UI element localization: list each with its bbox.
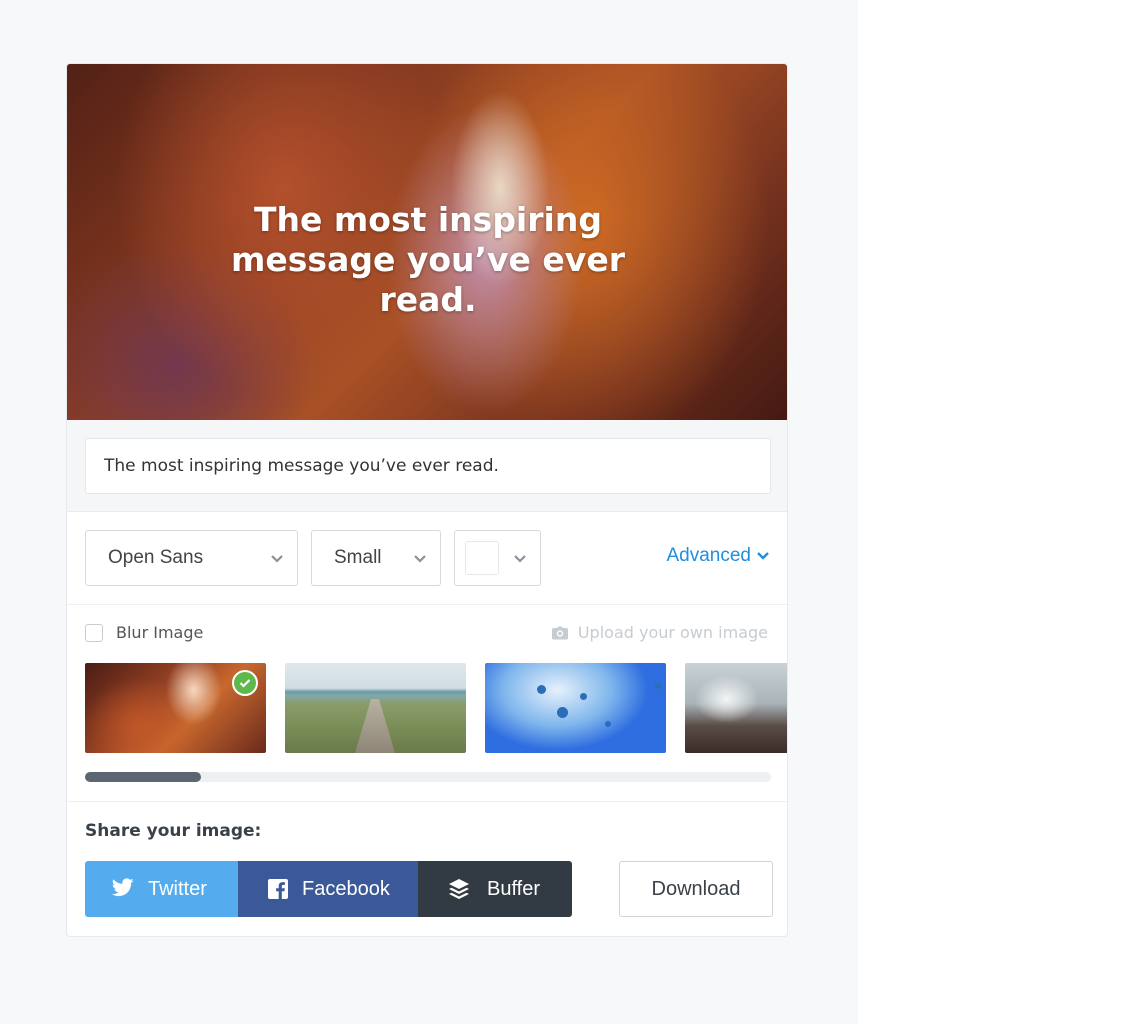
twitter-icon [112,878,134,897]
camera-icon [551,626,568,640]
advanced-toggle[interactable]: Advanced [666,545,769,567]
chevron-down-icon [757,552,769,560]
jellyfish-shape [537,685,546,694]
boardwalk-path [355,699,395,753]
thumbnail-jellyfish[interactable] [485,663,666,753]
message-section: The most inspiring message you’ve ever r… [67,420,787,512]
color-swatch [465,541,499,575]
preview-message: The most inspiring message you’ve ever r… [231,200,625,319]
facebook-icon [268,879,288,899]
facebook-share-button[interactable]: Facebook [238,861,418,917]
thumbnail-canyon[interactable] [85,663,266,753]
twitter-label: Twitter [148,878,207,900]
upload-image-link[interactable]: Upload your own image [551,623,768,642]
blur-image-checkbox[interactable] [85,624,103,642]
color-select[interactable] [454,530,541,586]
chevron-down-icon [514,555,526,563]
jellyfish-shape [580,693,587,700]
preview-image: The most inspiring message you’ve ever r… [67,64,787,420]
share-section: Share your image: Twitter Facebook Buffe… [67,801,787,936]
selected-check-icon [232,670,258,696]
thumbnail-scrollbar[interactable] [85,772,771,782]
upload-image-label: Upload your own image [577,623,768,642]
scrollbar-thumb[interactable] [85,772,201,782]
jellyfish-shape [605,721,611,727]
size-select[interactable]: Small [311,530,441,586]
chevron-down-icon [271,555,283,563]
size-select-value: Small [334,547,382,568]
thumbnail-beach-path[interactable] [285,663,466,753]
chevron-down-icon [414,555,426,563]
blur-image-label: Blur Image [116,623,204,642]
buffer-icon [449,879,469,899]
advanced-label: Advanced [666,545,751,566]
facebook-label: Facebook [302,878,390,900]
download-button[interactable]: Download [619,861,773,917]
jellyfish-shape [655,683,661,689]
buffer-share-button[interactable]: Buffer [418,861,572,917]
font-select[interactable]: Open Sans [85,530,298,586]
buffer-label: Buffer [487,878,540,900]
font-select-value: Open Sans [108,547,204,568]
thumbnail-waves-rocks[interactable] [685,663,787,753]
twitter-share-button[interactable]: Twitter [85,861,238,917]
jellyfish-shape [557,707,568,718]
text-controls: Open Sans Small Advanced [67,512,787,605]
image-editor-card: The most inspiring message you’ve ever r… [66,63,788,937]
share-title: Share your image: [85,821,262,841]
message-input[interactable]: The most inspiring message you’ve ever r… [85,438,771,494]
